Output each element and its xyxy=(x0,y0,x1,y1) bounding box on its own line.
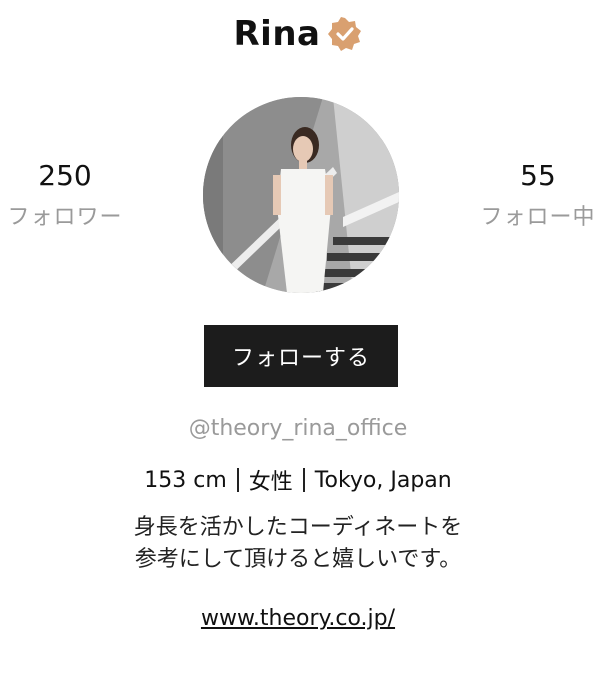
follow-button[interactable]: フォローする xyxy=(204,325,398,387)
profile-header: Rina xyxy=(0,14,596,54)
location-text: Tokyo, Japan xyxy=(314,467,452,493)
followers-label: フォロワー xyxy=(7,205,123,230)
height-text: 153 cm xyxy=(144,467,227,493)
following-label: フォロー中 xyxy=(480,205,596,230)
bio-line: 身長を活かしたコーディネートを xyxy=(133,515,463,540)
followers-stat[interactable]: 250 フォロワー xyxy=(0,156,130,240)
website-link[interactable]: www.theory.co.jp/ xyxy=(201,606,395,631)
profile-meta: 153 cm 女性 Tokyo, Japan xyxy=(0,464,596,496)
profile-bio: 身長を活かしたコーディネートを 参考にして頂けると嬉しいです。 xyxy=(0,512,596,576)
followers-count: 250 xyxy=(38,159,92,192)
profile-name: Rina xyxy=(233,14,321,54)
website-link-container: www.theory.co.jp/ xyxy=(0,606,596,631)
divider xyxy=(236,468,239,492)
profile-handle: @theory_rina_office xyxy=(188,416,408,441)
following-stat[interactable]: 55 フォロー中 xyxy=(470,156,596,240)
verified-badge-icon xyxy=(328,17,362,51)
bio-line: 参考にして頂けると嬉しいです。 xyxy=(134,547,462,572)
following-count: 55 xyxy=(520,159,556,192)
divider xyxy=(302,468,305,492)
avatar xyxy=(203,97,399,293)
gender-text: 女性 xyxy=(248,470,293,495)
